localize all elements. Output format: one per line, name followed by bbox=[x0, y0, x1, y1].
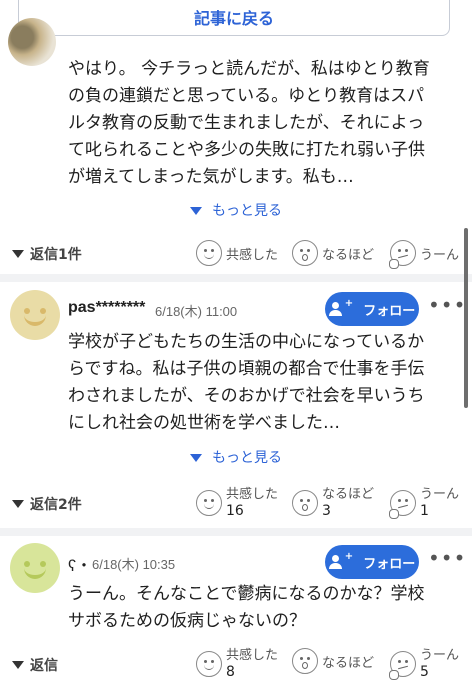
avatar[interactable] bbox=[10, 543, 60, 593]
thinking-icon bbox=[389, 490, 416, 519]
comment-line: サボるための仮病じゃないの？ bbox=[68, 611, 306, 631]
caret-down-icon bbox=[190, 454, 202, 462]
caret-down-icon bbox=[12, 500, 24, 508]
comment-line: が増えてしまった気がします。私も… bbox=[68, 167, 354, 187]
more-options-icon[interactable]: ••• bbox=[428, 293, 466, 317]
empathy-count: 16 bbox=[226, 503, 244, 519]
hmm-label: うーん bbox=[420, 247, 460, 263]
insight-button[interactable]: なるほど 3 bbox=[292, 487, 374, 519]
comment-line: らですね。私は子供の頃親の都合で仕事を手伝 bbox=[68, 359, 425, 379]
hmm-button[interactable]: うーん 5 bbox=[389, 648, 460, 680]
post-date: 6/18(木) 10:35 bbox=[92, 557, 176, 572]
comment-line: うーん。そんなことで鬱病になるのかな？学校 bbox=[68, 584, 425, 604]
surprised-icon bbox=[292, 490, 318, 516]
follow-button[interactable]: + フォロー bbox=[325, 292, 419, 326]
hmm-label: うーん bbox=[420, 648, 460, 663]
comment-body: うーん。そんなことで鬱病になるのかな？学校 サボるための仮病じゃないの？ bbox=[68, 581, 458, 635]
comment-line: ルタ教育の反動で生まれましたが、それによっ bbox=[68, 113, 425, 133]
reply-toggle[interactable]: 返信 bbox=[12, 655, 58, 675]
comment-line: やはり。 今チラっと読んだが、私はゆとり教育 bbox=[68, 59, 430, 79]
username[interactable]: pas******** bbox=[68, 299, 145, 317]
empathy-button[interactable]: 共感した bbox=[196, 240, 278, 266]
insight-label: なるほど bbox=[322, 487, 375, 502]
comment-body: 学校が子どもたちの生活の中心になっているか らですね。私は子供の頃親の都合で仕事… bbox=[68, 329, 458, 437]
smile-icon bbox=[196, 490, 222, 516]
post-date: 6/18(木) 11:00 bbox=[155, 304, 238, 319]
comment-line: にしれ社会の処世術を学べました… bbox=[68, 413, 340, 433]
caret-down-icon bbox=[190, 207, 202, 215]
insight-label: なるほど bbox=[322, 247, 375, 263]
avatar[interactable] bbox=[8, 18, 56, 66]
empathy-button[interactable]: 共感した 16 bbox=[196, 487, 278, 519]
comment-line: の負の連鎖だと思っている。ゆとり教育はスパ bbox=[68, 86, 425, 106]
add-user-icon bbox=[328, 302, 343, 316]
hmm-count: 1 bbox=[420, 503, 429, 519]
comment-line: て叱られることや多少の失敗に打たれ弱い子供 bbox=[68, 140, 425, 160]
divider bbox=[0, 274, 472, 282]
divider bbox=[0, 528, 472, 536]
empathy-button[interactable]: 共感した 8 bbox=[196, 648, 278, 680]
empathy-label: 共感した bbox=[226, 487, 279, 502]
surprised-icon bbox=[292, 648, 318, 674]
scrollbar[interactable] bbox=[464, 228, 468, 408]
follow-label: フォロー bbox=[363, 556, 416, 572]
smile-icon bbox=[196, 240, 222, 266]
hmm-count: 5 bbox=[420, 664, 429, 680]
plus-icon: + bbox=[344, 550, 354, 562]
empathy-count: 8 bbox=[226, 664, 235, 680]
hmm-label: うーん bbox=[420, 487, 460, 502]
surprised-icon bbox=[292, 240, 318, 266]
insight-button[interactable]: なるほど bbox=[292, 240, 374, 266]
reply-count-label: 返信1件 bbox=[30, 247, 82, 263]
caret-down-icon bbox=[12, 250, 24, 258]
empathy-label: 共感した bbox=[226, 247, 279, 263]
comment-body: やはり。 今チラっと読んだが、私はゆとり教育 の負の連鎖だと思っている。ゆとり教… bbox=[68, 56, 458, 191]
comment-line: 学校が子どもたちの生活の中心になっているか bbox=[68, 332, 425, 352]
insight-label: なるほど bbox=[322, 655, 375, 671]
reply-count-label: 返信2件 bbox=[30, 497, 82, 513]
reply-toggle[interactable]: 返信2件 bbox=[12, 494, 82, 514]
show-more-label: もっと見る bbox=[212, 203, 282, 219]
follow-label: フォロー bbox=[363, 303, 416, 319]
smile-icon bbox=[196, 651, 222, 677]
show-more-link[interactable]: もっと見る bbox=[0, 200, 472, 220]
hmm-button[interactable]: うーん 1 bbox=[389, 487, 460, 519]
comment-line: わされましたが、そのおかげで社会を早いうち bbox=[68, 386, 425, 406]
empathy-label: 共感した bbox=[226, 648, 279, 663]
back-to-article-button[interactable]: 記事に戻る bbox=[18, 0, 450, 36]
reply-toggle[interactable]: 返信1件 bbox=[12, 244, 82, 264]
thinking-icon bbox=[389, 651, 416, 680]
avatar[interactable] bbox=[10, 290, 60, 340]
plus-icon: + bbox=[344, 297, 354, 309]
thinking-icon bbox=[389, 240, 416, 269]
hmm-button[interactable]: うーん bbox=[389, 240, 460, 269]
back-to-article-label: 記事に戻る bbox=[193, 9, 274, 28]
add-user-icon bbox=[328, 555, 343, 569]
insight-count: 3 bbox=[322, 503, 331, 519]
more-options-icon[interactable]: ••• bbox=[428, 546, 466, 570]
username[interactable]: ʕ・ bbox=[68, 552, 92, 576]
reply-label: 返信 bbox=[30, 658, 58, 674]
insight-button[interactable]: なるほど bbox=[292, 648, 374, 674]
follow-button[interactable]: + フォロー bbox=[325, 545, 419, 579]
show-more-link[interactable]: もっと見る bbox=[0, 447, 472, 467]
caret-down-icon bbox=[12, 661, 24, 669]
show-more-label: もっと見る bbox=[212, 450, 282, 466]
